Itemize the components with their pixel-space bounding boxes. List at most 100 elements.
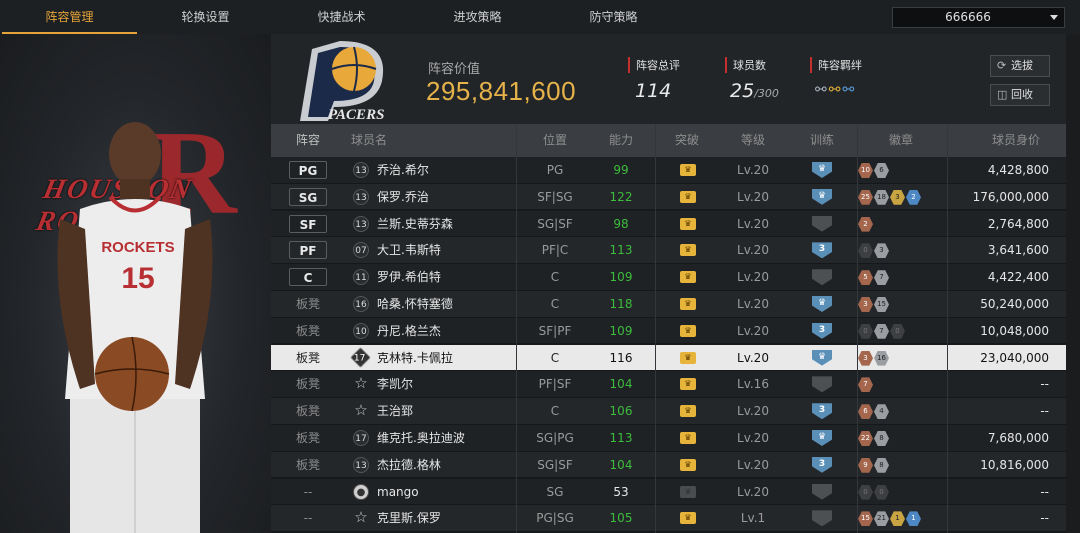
jersey-number-badge: 17 — [353, 430, 369, 446]
jersey-number-badge: 07 — [353, 242, 369, 259]
player-salary: -- — [1040, 377, 1049, 392]
jersey-number-badge: 13 — [353, 456, 369, 473]
training-shield-icon[interactable]: ♛ — [812, 296, 832, 312]
player-name[interactable]: 保罗.乔治 — [377, 184, 429, 210]
col-badges[interactable]: 徽章 — [871, 124, 931, 157]
crown-icon[interactable]: ♛ — [680, 405, 696, 418]
training-shield-icon[interactable] — [812, 269, 832, 286]
training-shield-icon[interactable] — [812, 510, 832, 527]
training-shield-icon[interactable]: ♛ — [812, 430, 832, 446]
crown-icon[interactable]: ♛ — [680, 244, 696, 257]
badge-list: 64 — [858, 404, 889, 420]
training-shield-icon[interactable]: ♛ — [812, 349, 832, 366]
player-salary: -- — [1040, 484, 1049, 499]
crown-icon[interactable]: ♛ — [680, 458, 696, 471]
player-name[interactable]: 哈桑.怀特塞德 — [377, 291, 453, 317]
lineup-value-label: 阵容价值 — [428, 62, 481, 77]
training-shield-icon[interactable]: 3 — [812, 322, 832, 339]
jersey-number-badge: 11 — [353, 269, 369, 286]
crown-icon[interactable]: ♛ — [680, 485, 696, 498]
player-ability: 98 — [613, 216, 629, 231]
player-name[interactable]: 丹尼.格兰杰 — [377, 318, 441, 344]
scrollbar[interactable] — [1066, 34, 1080, 533]
player-name[interactable]: 乔治.希尔 — [377, 157, 429, 183]
training-shield-icon[interactable] — [812, 215, 832, 232]
player-name[interactable]: 克里斯.保罗 — [377, 505, 441, 531]
col-salary[interactable]: 球员身价 — [971, 124, 1061, 157]
player-name[interactable]: 杰拉德.格林 — [377, 452, 441, 478]
overall-rating-value: 114 — [635, 80, 672, 102]
player-level: Lv.20 — [737, 323, 769, 338]
player-level: Lv.20 — [737, 270, 769, 285]
crown-icon[interactable]: ♛ — [680, 217, 696, 230]
badge-icon: 21 — [874, 511, 889, 527]
col-training[interactable]: 训练 — [791, 124, 853, 157]
training-shield-icon[interactable]: 3 — [812, 456, 832, 473]
badge-icon: 4 — [874, 404, 889, 420]
player-salary: 7,680,000 — [987, 431, 1049, 445]
badge-list: 25 18 3 2 — [858, 189, 921, 205]
col-breakthrough[interactable]: 突破 — [656, 124, 718, 157]
player-level: Lv.20 — [737, 189, 769, 204]
player-level: Lv.20 — [737, 216, 769, 231]
crown-icon[interactable]: ♛ — [680, 512, 696, 525]
tab-offense[interactable]: 进攻策略 — [410, 0, 545, 34]
crown-icon[interactable]: ♛ — [680, 271, 696, 284]
badge-icon: 3 — [858, 350, 873, 366]
player-name[interactable]: 罗伊.希伯特 — [377, 264, 441, 290]
badge-list: 2 — [858, 216, 873, 232]
player-position: PG — [546, 163, 564, 177]
col-level[interactable]: 等级 — [718, 124, 788, 157]
player-salary: 4,428,800 — [987, 163, 1049, 177]
tab-quick-tactics[interactable]: 快捷战术 — [274, 0, 409, 34]
player-name[interactable]: 王治郅 — [377, 398, 413, 424]
badge-icon: 10 — [858, 163, 873, 178]
crown-icon[interactable]: ♛ — [680, 432, 696, 444]
col-slot[interactable]: 阵容 — [289, 124, 327, 157]
player-ability: 106 — [609, 404, 633, 419]
player-name[interactable]: 李凯尔 — [377, 371, 413, 397]
col-position[interactable]: 位置 — [520, 124, 590, 157]
player-name[interactable]: 维克托.奥拉迪波 — [377, 425, 465, 451]
recycle-button[interactable]: ◫ 回收 — [990, 84, 1050, 106]
badge-icon: 6 — [858, 404, 873, 420]
select-button[interactable]: ⟳ 选拔 — [990, 55, 1050, 77]
player-ability: 104 — [609, 377, 633, 392]
crown-icon[interactable]: ♛ — [680, 351, 696, 364]
badge-icon: 16 — [874, 350, 889, 366]
chevron-down-icon — [1050, 15, 1058, 20]
column-divider — [516, 124, 517, 533]
training-shield-icon[interactable]: 3 — [812, 242, 832, 259]
player-name[interactable]: mango — [377, 479, 419, 505]
training-shield-icon[interactable]: 3 — [812, 403, 832, 420]
training-shield-icon[interactable] — [812, 376, 832, 393]
player-count: 25/300 — [730, 80, 779, 102]
training-shield-icon[interactable] — [812, 483, 832, 500]
col-name[interactable]: 球员名 — [351, 124, 411, 157]
tab-defense[interactable]: 防守策略 — [546, 0, 681, 34]
player-name[interactable]: 兰斯.史蒂芬森 — [377, 211, 453, 237]
crown-icon[interactable]: ♛ — [680, 298, 696, 310]
player-name[interactable]: 克林特.卡佩拉 — [377, 345, 453, 371]
training-shield-icon[interactable]: ♛ — [812, 188, 832, 205]
tab-rotation[interactable]: 轮换设置 — [138, 0, 273, 34]
player-salary: 4,422,400 — [987, 270, 1049, 285]
crown-icon[interactable]: ♛ — [680, 324, 696, 337]
overall-rating-label: 阵容总评 — [628, 57, 680, 73]
col-ability[interactable]: 能力 — [590, 124, 652, 157]
lineup-slot: SF — [289, 214, 327, 233]
player-position: SG|SF — [537, 216, 573, 231]
player-portrait-panel: R HOUSTON ROCKETS ROCKETS 15 — [0, 34, 271, 533]
badge-icon: 2 — [906, 189, 921, 205]
player-ability: 105 — [609, 511, 633, 526]
crown-icon[interactable]: ♛ — [680, 190, 696, 203]
crown-icon[interactable]: ♛ — [680, 164, 696, 176]
tab-lineup[interactable]: 阵容管理 — [2, 0, 137, 34]
crown-icon[interactable]: ♛ — [680, 378, 696, 391]
player-position: C — [550, 404, 560, 419]
team-select[interactable]: 666666 — [892, 7, 1065, 28]
player-name[interactable]: 大卫.韦斯特 — [377, 237, 441, 263]
player-level: Lv.20 — [737, 297, 769, 311]
training-shield-icon[interactable]: ♛ — [812, 162, 832, 178]
badge-icon: 1 — [890, 511, 905, 527]
